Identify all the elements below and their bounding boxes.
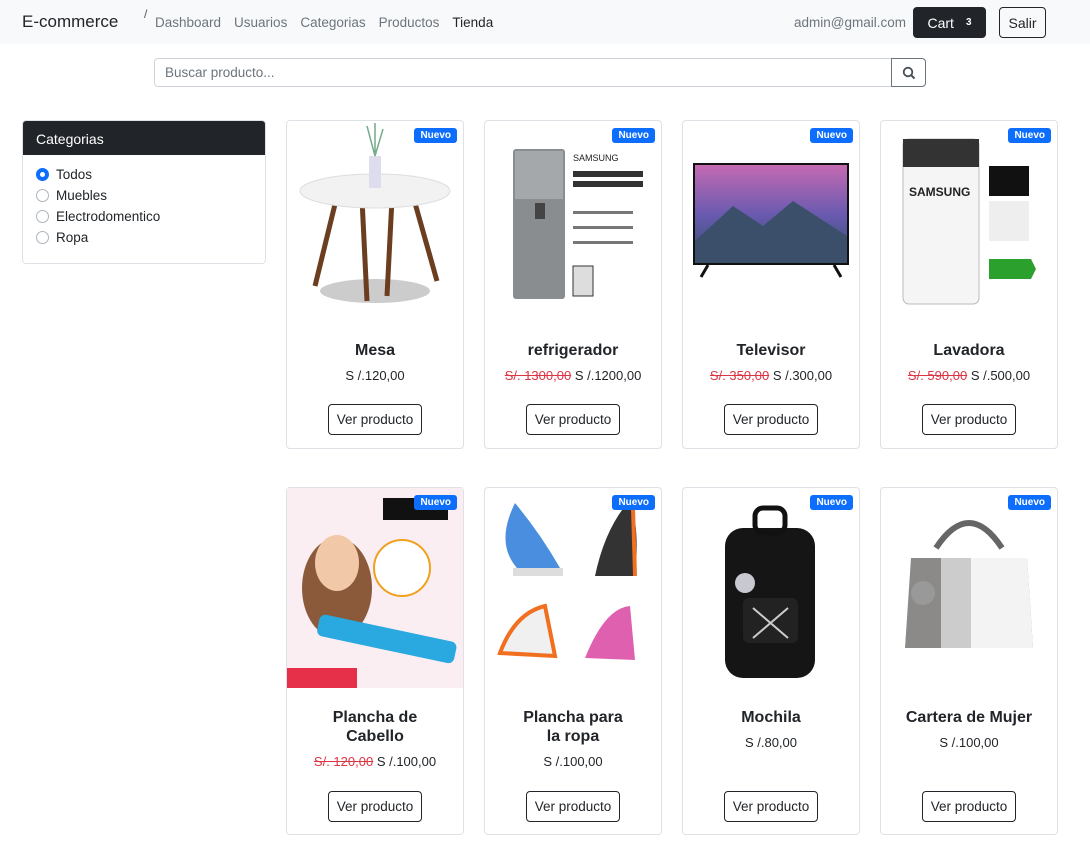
product-image[interactable] [287, 121, 463, 321]
brand[interactable]: E-commerce [22, 12, 118, 32]
search-button[interactable] [891, 58, 926, 87]
current-price: S /.100,00 [376, 754, 437, 769]
radio-muebles[interactable] [36, 189, 49, 202]
current-price: S /.80,00 [744, 735, 798, 750]
svg-text:SAMSUNG: SAMSUNG [573, 153, 619, 163]
product-title: Mesa [354, 342, 396, 359]
product-card: Nuevo Televisor S/. 350,00 S /.300,00 Ve… [682, 120, 860, 449]
current-price: S /.500,00 [970, 368, 1031, 383]
search-input[interactable] [154, 58, 892, 87]
old-price: S/. 1300,00 [504, 368, 572, 383]
view-product-button[interactable]: Ver producto [526, 791, 620, 822]
product-price-row: S/. 1300,00 S /.1200,00 [485, 368, 661, 383]
new-badge: Nuevo [414, 128, 457, 143]
radio-electrodomentico[interactable] [36, 210, 49, 223]
product-title: Lavadora [933, 342, 1005, 359]
categories-title: Categorias [23, 121, 265, 155]
view-product-button[interactable]: Ver producto [922, 404, 1016, 435]
new-badge: Nuevo [1008, 128, 1051, 143]
current-price: S /.100,00 [543, 754, 603, 769]
product-title: refrigerador [527, 342, 619, 359]
view-product-button[interactable]: Ver producto [328, 404, 422, 435]
logout-button[interactable]: Salir [999, 7, 1046, 38]
product-title: Televisor [736, 342, 806, 359]
old-price: S/. 350,00 [709, 368, 770, 383]
product-title: Cartera de Mujer [905, 709, 1033, 726]
product-image[interactable] [683, 121, 859, 321]
view-product-button[interactable]: Ver producto [526, 404, 620, 435]
nav-link-usuarios[interactable]: Usuarios [234, 15, 287, 30]
view-product-button[interactable]: Ver producto [922, 791, 1016, 822]
cart-label: Cart [927, 14, 954, 31]
radio-ropa[interactable] [36, 231, 49, 244]
navbar: E-commerce / Dashboard Usuarios Categori… [0, 0, 1090, 44]
current-price: S /.120,00 [345, 368, 405, 383]
product-card: Nuevo Plancha para la ropa S /.100,00 Ve… [484, 487, 662, 835]
product-image[interactable]: SAMSUNG [485, 121, 661, 321]
view-product-button[interactable]: Ver producto [724, 791, 818, 822]
user-email: admin@gmail.com [794, 15, 906, 30]
new-badge: Nuevo [612, 495, 655, 510]
current-price: S /.300,00 [772, 368, 833, 383]
product-title: Plancha para la ropa [523, 709, 623, 745]
old-price: S/. 120,00 [313, 754, 374, 769]
product-image[interactable] [287, 488, 463, 688]
category-label: Muebles [56, 188, 108, 203]
nav-link-productos[interactable]: Productos [379, 15, 440, 30]
product-price-row: S/. 120,00 S /.100,00 [287, 754, 463, 769]
categories-card: Categorias Todos Muebles Electrodomentic… [22, 120, 266, 264]
product-image[interactable]: SAMSUNG [881, 121, 1057, 321]
radio-todos[interactable] [36, 168, 49, 181]
nav-links: Dashboard Usuarios Categorias Productos … [155, 15, 493, 30]
new-badge: Nuevo [612, 128, 655, 143]
view-product-button[interactable]: Ver producto [328, 791, 422, 822]
product-price-row: S/. 350,00 S /.300,00 [683, 368, 859, 383]
product-card: Nuevo Cartera de Mujer S /.100,00 Ver pr… [880, 487, 1058, 835]
product-title: Plancha de Cabello [332, 709, 418, 745]
current-price: S /.1200,00 [574, 368, 642, 383]
product-title: Mochila [741, 709, 801, 726]
product-image[interactable] [683, 488, 859, 688]
nav-link-categorias[interactable]: Categorias [300, 15, 365, 30]
nav-link-tienda[interactable]: Tienda [452, 15, 493, 30]
product-image[interactable] [881, 488, 1057, 688]
product-card: Nuevo Mochila S /.80,00 Ver producto [682, 487, 860, 835]
product-price-row: S /.100,00 [485, 754, 661, 769]
product-card: SAMSUNG Nuevo Lavadora S/. 590,00 S /.50… [880, 120, 1058, 449]
search-icon [902, 66, 915, 79]
product-price-row: S /.120,00 [287, 368, 463, 383]
category-electrodomentico[interactable]: Electrodomentico [36, 206, 252, 227]
product-price-row: S/. 590,00 S /.500,00 [881, 368, 1057, 383]
category-label: Todos [56, 167, 93, 182]
svg-text:SAMSUNG: SAMSUNG [909, 185, 970, 199]
category-muebles[interactable]: Muebles [36, 185, 252, 206]
new-badge: Nuevo [414, 495, 457, 510]
current-price: S /.100,00 [939, 735, 999, 750]
product-price-row: S /.100,00 [881, 735, 1057, 750]
old-price: S/. 590,00 [907, 368, 968, 383]
product-card: Nuevo Mesa S /.120,00 Ver producto [286, 120, 464, 449]
view-product-button[interactable]: Ver producto [724, 404, 818, 435]
product-card: SAMSUNG Nuevo refrigerador S/. 1300,00 S… [484, 120, 662, 449]
new-badge: Nuevo [810, 128, 853, 143]
nav-link-dashboard[interactable]: Dashboard [155, 15, 221, 30]
breadcrumb-separator: / [144, 7, 148, 21]
category-label: Ropa [56, 230, 89, 245]
cart-count-badge: 3 [965, 17, 972, 28]
product-price-row: S /.80,00 [683, 735, 859, 750]
category-todos[interactable]: Todos [36, 164, 252, 185]
new-badge: Nuevo [1008, 495, 1051, 510]
new-badge: Nuevo [810, 495, 853, 510]
product-image[interactable] [485, 488, 661, 688]
category-ropa[interactable]: Ropa [36, 227, 252, 248]
category-label: Electrodomentico [56, 209, 161, 224]
cart-button[interactable]: Cart 3 [913, 7, 986, 38]
product-card: Nuevo Plancha de Cabello S/. 120,00 S /.… [286, 487, 464, 835]
